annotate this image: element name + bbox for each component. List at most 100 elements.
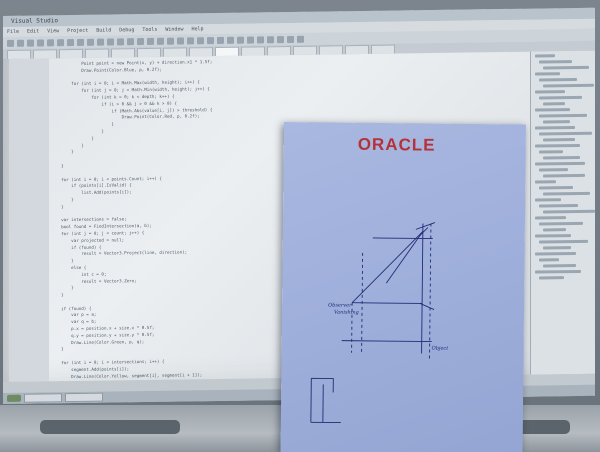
menu-item[interactable]: Edit [27,26,39,36]
toolbar-button[interactable] [297,35,304,43]
toolbar-button[interactable] [217,36,224,44]
tree-item[interactable] [535,143,580,148]
menu-item[interactable]: Help [191,24,203,34]
toolbar-button[interactable] [147,37,154,45]
tree-item[interactable] [535,180,556,184]
toolbar-button[interactable] [177,36,184,45]
toolbar-button[interactable] [17,39,24,47]
tree-item[interactable] [539,276,564,280]
toolbar-button[interactable] [57,38,64,46]
toolbar-button[interactable] [27,39,34,47]
tree-item[interactable] [543,65,589,70]
taskbar-item[interactable] [24,393,62,403]
tree-item[interactable] [539,239,588,244]
editor-tab[interactable] [163,47,187,57]
menu-item[interactable]: Debug [119,25,134,35]
tree-item[interactable] [535,251,576,256]
tree-item[interactable] [539,258,559,262]
tree-item[interactable] [535,108,570,112]
tree-item[interactable] [543,120,570,124]
start-button[interactable] [7,394,21,402]
tree-item[interactable] [539,186,573,190]
editor-tab[interactable] [215,46,239,57]
tree-item[interactable] [539,221,583,226]
tree-item[interactable] [535,216,566,220]
toolbar-button[interactable] [107,37,114,46]
menu-item[interactable]: Project [67,26,88,36]
tree-item[interactable] [543,263,576,268]
tree-item[interactable] [543,102,565,106]
tree-item[interactable] [535,54,555,58]
toolbar-button[interactable] [77,38,84,46]
toolbar-button[interactable] [287,35,294,43]
toolbar-button[interactable] [37,38,44,47]
toolbar-button[interactable] [127,37,134,45]
toolbar-button[interactable] [257,35,264,43]
editor-tab[interactable] [371,44,395,54]
menu-item[interactable]: Window [165,24,183,34]
menu-item[interactable]: File [7,27,19,37]
toolbar-button[interactable] [187,36,194,44]
tree-item[interactable] [543,138,575,142]
tree-item[interactable] [543,191,590,196]
toolbar-button[interactable] [227,36,234,44]
tree-item[interactable] [543,209,595,214]
tree-item[interactable] [535,161,585,166]
sketch-label-object: Object [431,345,449,352]
editor-tab[interactable] [137,47,161,58]
toolbar-button[interactable] [167,37,174,45]
toolbar-button[interactable] [47,38,54,46]
tree-item[interactable] [535,72,560,76]
editor-tab[interactable] [59,48,83,59]
toolbar-button[interactable] [237,36,244,44]
toolbar-button[interactable] [207,36,214,44]
tree-item[interactable] [539,113,587,118]
tree-item[interactable] [543,83,594,88]
toolbar-button[interactable] [277,35,284,43]
editor-tab[interactable] [33,49,57,59]
tree-item[interactable] [543,228,566,232]
tree-item[interactable] [535,234,571,238]
toolbar-button[interactable] [117,37,124,45]
tree-item[interactable] [539,150,563,154]
toolbar-button[interactable] [87,38,94,46]
tree-item[interactable] [539,131,592,136]
editor-tab[interactable] [7,49,31,59]
toolbar-button[interactable] [97,38,104,46]
tree-item[interactable] [539,168,568,172]
tree-item[interactable] [543,246,571,250]
tree-item[interactable] [535,126,575,130]
editor-tab[interactable] [267,45,291,56]
menu-item[interactable]: View [47,26,59,36]
toolbar-button[interactable] [157,37,164,45]
editor-tab[interactable] [241,46,265,56]
tree-item[interactable] [539,77,577,82]
menu-item[interactable]: Tools [142,25,157,35]
tree-item[interactable] [535,198,561,202]
tree-item[interactable] [539,60,572,64]
photo-scene: Visual Studio File Edit View Project Build De… [0,0,600,452]
tree-item[interactable] [543,173,585,178]
editor-tab[interactable] [319,45,343,55]
toolbar-button[interactable] [247,35,254,44]
toolbar-button[interactable] [267,35,274,43]
taskbar-item[interactable] [65,392,103,403]
laptop-hinge [40,420,180,434]
tree-item[interactable] [535,269,581,274]
editor-tab[interactable] [111,48,135,58]
sketch-ray [385,231,424,284]
editor-tab[interactable] [345,44,369,55]
toolbar-button[interactable] [67,38,74,46]
editor-tab[interactable] [189,47,213,57]
tree-item[interactable] [543,155,580,160]
editor-tab[interactable] [85,48,109,58]
tree-item[interactable] [535,90,565,94]
toolbar-button[interactable] [7,39,14,47]
toolbar-button[interactable] [197,36,204,44]
toolbar-button[interactable] [137,37,144,45]
editor-tab[interactable] [293,45,317,55]
solution-explorer-panel[interactable] [530,50,595,375]
tree-item[interactable] [539,95,582,100]
menu-item[interactable]: Build [96,25,111,35]
tree-item[interactable] [539,203,578,208]
